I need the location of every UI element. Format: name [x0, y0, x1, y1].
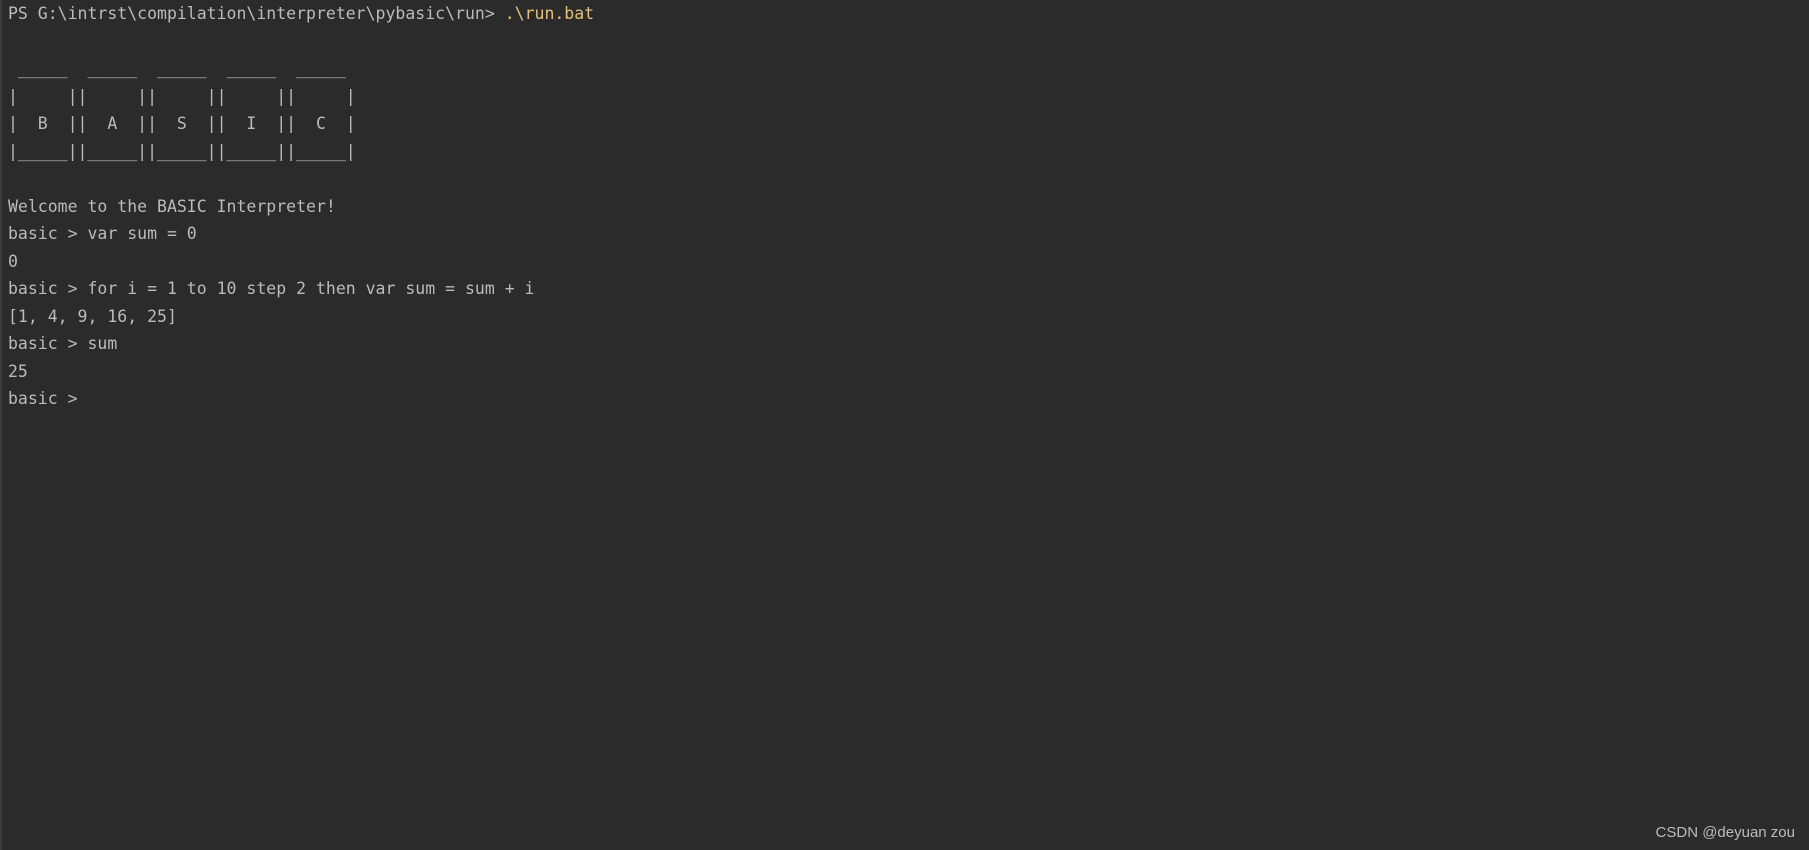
terminal-output: PS G:\intrst\compilation\interpreter\pyb… [8, 0, 1809, 413]
banner-line: | || || || || | [8, 86, 356, 106]
ps-prompt-line: PS G:\intrst\compilation\interpreter\pyb… [8, 0, 1809, 28]
banner-line: |_____||_____||_____||_____||_____| [8, 141, 356, 161]
ps-command: .\run.bat [504, 4, 595, 23]
session-input-line: basic > sum [8, 334, 118, 353]
session-input-line: basic > var sum = 0 [8, 224, 197, 243]
session-input-line: basic > for i = 1 to 10 step 2 then var … [8, 279, 535, 298]
welcome-message: Welcome to the BASIC Interpreter! [8, 196, 336, 216]
session-output-line: [1, 4, 9, 16, 25] [8, 306, 177, 326]
watermark: CSDN @deyuan zou [1655, 824, 1795, 841]
ps-prompt-path: PS G:\intrst\compilation\interpreter\pyb… [8, 4, 505, 23]
current-prompt-line[interactable]: basic > [8, 385, 1809, 413]
banner-line: _____ _____ _____ _____ _____ [8, 59, 346, 78]
banner-line: | B || A || S || I || C | [8, 114, 356, 133]
terminal-window[interactable]: PS G:\intrst\compilation\interpreter\pyb… [0, 0, 1809, 850]
session-output-line: 0 [8, 251, 18, 271]
session-output-line: 25 [8, 361, 28, 381]
